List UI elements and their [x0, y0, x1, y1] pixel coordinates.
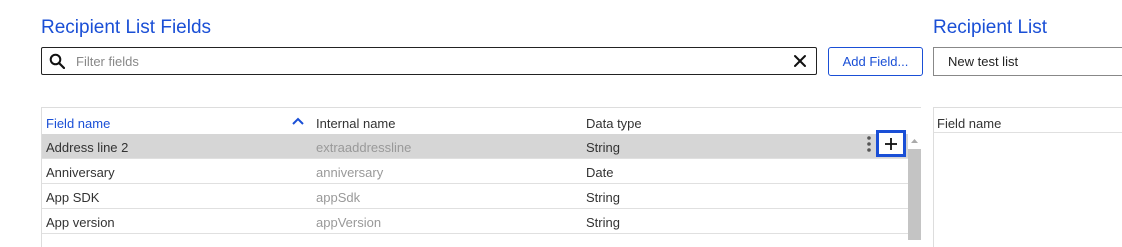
table-row[interactable]: App version appVersion String: [42, 209, 908, 234]
table-row[interactable]: Anniversary anniversary Date: [42, 159, 908, 184]
recipient-list-select[interactable]: New test list: [933, 47, 1122, 76]
table-row[interactable]: Address line 2 extraaddressline String: [42, 134, 908, 159]
add-to-list-button[interactable]: [876, 130, 906, 157]
column-header-internal-name[interactable]: Internal name: [316, 116, 396, 131]
field-name-cell: Anniversary: [46, 165, 115, 180]
recipient-list-fields-title: Recipient List Fields: [41, 17, 212, 38]
data-type-cell: Date: [586, 165, 614, 180]
column-header-field-name[interactable]: Field name: [46, 116, 110, 131]
column-header-field-name-right[interactable]: Field name: [937, 116, 1001, 131]
internal-name-cell: appVersion: [316, 215, 382, 230]
data-type-cell: String: [586, 215, 620, 230]
filter-fields-input[interactable]: [76, 51, 776, 71]
header-divider: [934, 132, 1122, 133]
search-icon: [49, 53, 65, 69]
add-field-button[interactable]: Add Field...: [828, 47, 923, 76]
field-name-cell: App SDK: [46, 190, 100, 205]
table-row[interactable]: App SDK appSdk String: [42, 184, 908, 209]
field-name-cell: Address line 2: [46, 140, 129, 155]
internal-name-cell: anniversary: [316, 165, 384, 180]
data-type-cell: String: [586, 140, 620, 155]
scrollbar-thumb[interactable]: [908, 149, 921, 240]
internal-name-cell: appSdk: [316, 190, 361, 205]
scroll-up-icon[interactable]: [908, 136, 921, 146]
clear-icon[interactable]: [793, 54, 807, 68]
kebab-menu-icon[interactable]: [866, 135, 872, 153]
plus-icon: [885, 137, 897, 150]
recipient-list-title: Recipient List: [933, 17, 1048, 38]
filter-fields-field[interactable]: [41, 47, 817, 75]
field-name-cell: App version: [46, 215, 115, 230]
column-header-data-type[interactable]: Data type: [586, 116, 642, 131]
sort-ascending-icon[interactable]: [292, 116, 304, 126]
data-type-cell: String: [586, 190, 620, 205]
internal-name-cell: extraaddressline: [316, 140, 412, 155]
